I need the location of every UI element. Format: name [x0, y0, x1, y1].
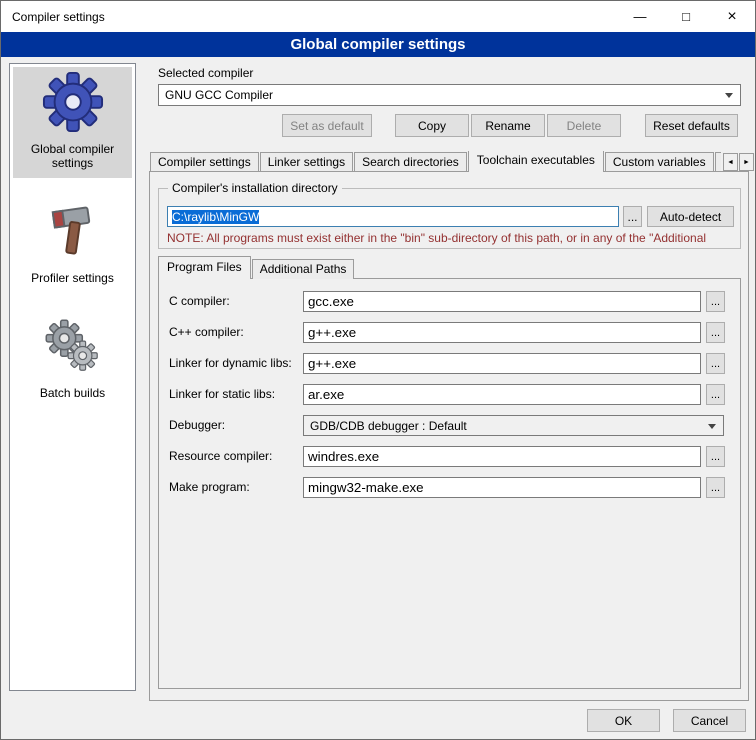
form-row-c-compiler: C compiler: ... — [159, 291, 740, 312]
tab-scroll-right-button[interactable]: ► — [739, 153, 754, 171]
ok-button[interactable]: OK — [587, 709, 660, 732]
c-compiler-label: C compiler: — [169, 294, 230, 308]
tab-program-files[interactable]: Program Files — [158, 256, 251, 279]
reset-defaults-button[interactable]: Reset defaults — [645, 114, 738, 137]
auto-detect-button[interactable]: Auto-detect — [647, 206, 734, 227]
close-button[interactable]: × — [709, 1, 755, 32]
sidebar-item-batch-builds[interactable]: Batch builds — [13, 311, 132, 408]
tab-linker-settings[interactable]: Linker settings — [260, 152, 353, 172]
tab-additional-paths[interactable]: Additional Paths — [252, 259, 355, 279]
batch-builds-gears-icon — [42, 315, 104, 377]
debugger-select[interactable]: GDB/CDB debugger : Default — [303, 415, 724, 436]
c-compiler-input[interactable] — [303, 291, 701, 312]
settings-tabbar: Compiler settings Linker settings Search… — [150, 151, 721, 172]
tab-toolchain-executables[interactable]: Toolchain executables — [468, 151, 604, 172]
form-row-resource-compiler: Resource compiler: ... — [159, 446, 740, 467]
window-title: Compiler settings — [1, 10, 105, 24]
sidebar-item-global-compiler-settings[interactable]: Global compiler settings — [13, 67, 132, 178]
compiler-select[interactable]: GNU GCC Compiler — [158, 84, 741, 106]
tab-scroll-left-button[interactable]: ◄ — [723, 153, 738, 171]
titlebar[interactable]: Compiler settings — □ × — [1, 1, 755, 32]
set-as-default-button[interactable]: Set as default — [282, 114, 372, 137]
form-row-linker-dynamic: Linker for dynamic libs: ... — [159, 353, 740, 374]
form-row-debugger: Debugger: GDB/CDB debugger : Default — [159, 415, 740, 436]
chevron-down-icon — [708, 424, 716, 429]
program-files-panel: C compiler: ... C++ compiler: ... Linker… — [158, 278, 741, 689]
selected-compiler-label: Selected compiler — [158, 66, 253, 80]
form-row-make-program: Make program: ... — [159, 477, 740, 498]
compiler-select-value: GNU GCC Compiler — [165, 88, 273, 102]
window-controls: — □ × — [617, 1, 755, 32]
delete-button[interactable]: Delete — [547, 114, 621, 137]
chevron-down-icon — [725, 93, 733, 98]
cpp-compiler-browse-button[interactable]: ... — [706, 322, 725, 343]
tab-search-directories[interactable]: Search directories — [354, 152, 467, 172]
make-program-browse-button[interactable]: ... — [706, 477, 725, 498]
form-row-linker-static: Linker for static libs: ... — [159, 384, 740, 405]
blue-gear-icon — [42, 71, 104, 133]
sidebar-item-profiler-settings[interactable]: Profiler settings — [13, 196, 132, 293]
linker-static-browse-button[interactable]: ... — [706, 384, 725, 405]
cpp-compiler-input[interactable] — [303, 322, 701, 343]
make-program-input[interactable] — [303, 477, 701, 498]
linker-static-label: Linker for static libs: — [169, 387, 275, 401]
cancel-button[interactable]: Cancel — [673, 709, 746, 732]
rename-button[interactable]: Rename — [471, 114, 545, 137]
form-row-cpp-compiler: C++ compiler: ... — [159, 322, 740, 343]
installation-directory-browse-button[interactable]: ... — [623, 206, 642, 227]
cpp-compiler-label: C++ compiler: — [169, 325, 244, 339]
linker-dynamic-input[interactable] — [303, 353, 701, 374]
copy-button[interactable]: Copy — [395, 114, 469, 137]
linker-static-input[interactable] — [303, 384, 701, 405]
c-compiler-browse-button[interactable]: ... — [706, 291, 725, 312]
sidebar-item-label: Batch builds — [40, 386, 105, 400]
tab-custom-variables[interactable]: Custom variables — [605, 152, 714, 172]
installation-directory-group-label: Compiler's installation directory — [168, 181, 342, 195]
linker-dynamic-browse-button[interactable]: ... — [706, 353, 725, 374]
tab-build-options[interactable]: Buil — [715, 152, 721, 172]
resource-compiler-label: Resource compiler: — [169, 449, 272, 463]
minimize-button[interactable]: — — [617, 1, 663, 32]
settings-sidebar: Global compiler settings Profiler settin… — [9, 63, 136, 691]
resource-compiler-input[interactable] — [303, 446, 701, 467]
debugger-label: Debugger: — [169, 418, 225, 432]
tab-compiler-settings[interactable]: Compiler settings — [150, 152, 259, 172]
maximize-button[interactable]: □ — [663, 1, 709, 32]
profiler-hammer-icon — [42, 200, 104, 262]
compiler-settings-dialog: Compiler settings — □ × Global compiler … — [0, 0, 756, 740]
debugger-select-value: GDB/CDB debugger : Default — [310, 419, 467, 433]
page-title: Global compiler settings — [1, 32, 755, 57]
installation-directory-input[interactable]: C:\raylib\MinGW — [167, 206, 619, 227]
installation-directory-note: NOTE: All programs must exist either in … — [167, 231, 743, 245]
installation-directory-selected-text: C:\raylib\MinGW — [172, 210, 259, 224]
program-files-tabbar: Program Files Additional Paths — [158, 258, 355, 279]
make-program-label: Make program: — [169, 480, 250, 494]
linker-dynamic-label: Linker for dynamic libs: — [169, 356, 292, 370]
sidebar-item-label: Profiler settings — [31, 271, 114, 285]
resource-compiler-browse-button[interactable]: ... — [706, 446, 725, 467]
sidebar-item-label: Global compiler settings — [15, 142, 130, 170]
